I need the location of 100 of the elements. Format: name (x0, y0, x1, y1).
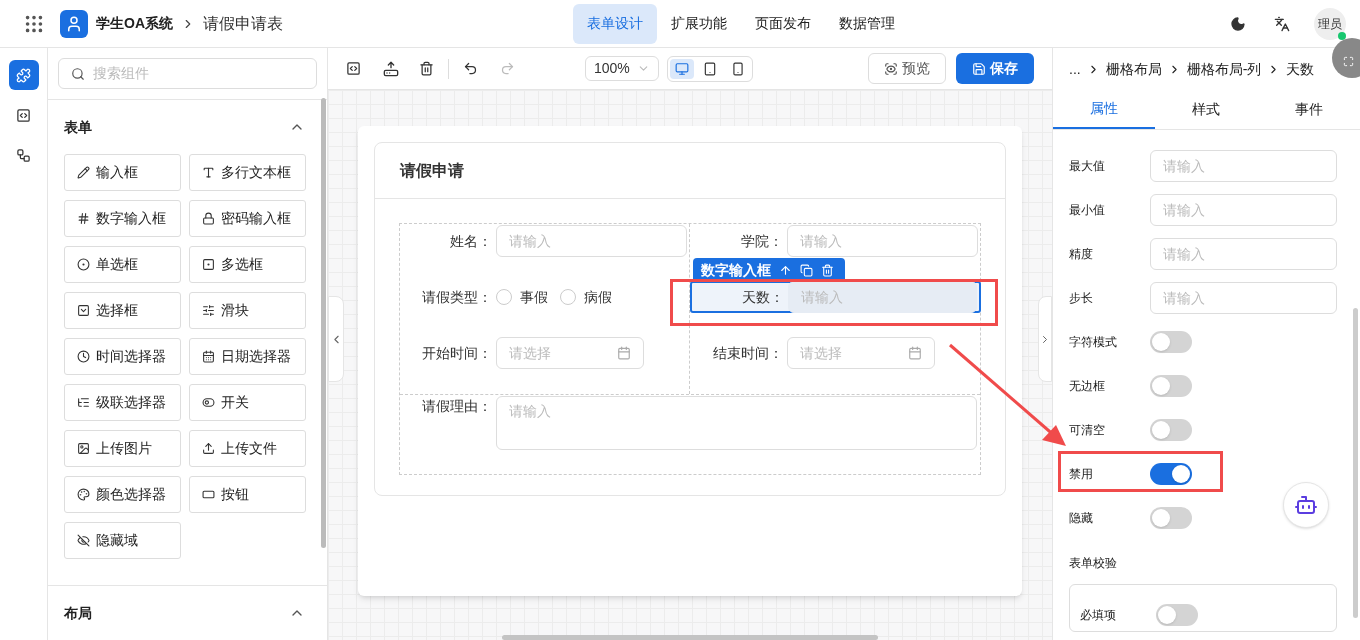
zoom-select[interactable]: 100% (585, 56, 659, 81)
component-item[interactable]: 密码输入框 (189, 200, 306, 237)
toggle-switch[interactable] (1150, 331, 1192, 353)
lock-icon (202, 212, 215, 225)
component-item[interactable]: 选择框 (64, 292, 181, 329)
expand-handle[interactable] (1038, 296, 1052, 382)
desktop-icon (675, 61, 689, 76)
component-item[interactable]: 开关 (189, 384, 306, 421)
puzzle-icon (16, 67, 31, 83)
puzzle-tab[interactable] (8, 60, 39, 90)
form-item[interactable]: 请假理由： 请输入 (400, 396, 979, 452)
field-label: 开始时间： (421, 343, 493, 363)
tree-icon (16, 147, 31, 163)
component-item[interactable]: 时间选择器 (64, 338, 181, 375)
toggle-switch[interactable] (1150, 463, 1192, 485)
clock-icon (77, 350, 90, 363)
phone-icon (731, 61, 745, 76)
component-item[interactable]: 上传文件 (189, 430, 306, 467)
collapse-handle[interactable] (328, 296, 344, 382)
form-item[interactable]: 学院： 请输入 (691, 225, 980, 257)
save-button[interactable]: 保存 (956, 53, 1034, 84)
save-icon (972, 61, 986, 76)
nav-tab[interactable]: 扩展功能 (657, 3, 741, 44)
undo-icon[interactable] (463, 61, 478, 76)
search-icon (71, 66, 85, 81)
dropdown-icon (77, 304, 90, 317)
breadcrumb-item[interactable]: ... (1069, 58, 1081, 80)
property-tab[interactable]: 样式 (1155, 90, 1258, 129)
property-label: 无边框 (1069, 378, 1106, 395)
component-item[interactable]: 颜色选择器 (64, 476, 181, 513)
breadcrumb-item[interactable]: 栅格布局-列 (1186, 58, 1262, 80)
image-icon (77, 442, 90, 455)
breadcrumb-item[interactable]: 栅格布局 (1105, 58, 1162, 80)
toggle-switch[interactable] (1150, 507, 1192, 529)
slider-icon (202, 304, 215, 317)
component-item[interactable]: 日期选择器 (189, 338, 306, 375)
field-label: 结束时间： (712, 343, 784, 363)
nav-tab[interactable]: 数据管理 (825, 3, 909, 44)
property-label: 最大值 (1069, 158, 1106, 175)
upload-icon[interactable] (383, 60, 399, 77)
code-icon (16, 107, 31, 123)
component-item[interactable]: 输入框 (64, 154, 181, 191)
fullscreen-button[interactable] (1332, 38, 1360, 78)
component-item[interactable]: 数字输入框 (64, 200, 181, 237)
button-shape-icon (202, 488, 215, 501)
component-item[interactable]: 多选框 (189, 246, 306, 283)
form-item[interactable]: 请假类型： 事假 病假 (400, 281, 689, 313)
component-item[interactable]: 单选框 (64, 246, 181, 283)
translate-icon[interactable] (1274, 15, 1290, 32)
field-label: 请假类型： (421, 287, 493, 307)
field-label: 请假理由： (421, 397, 493, 416)
moon-icon[interactable] (1230, 15, 1246, 32)
form-item[interactable]: 开始时间： 请选择 (400, 337, 689, 369)
radio-icon (77, 258, 90, 271)
property-label: 精度 (1069, 246, 1094, 263)
user-avatar[interactable]: 理员 (1314, 7, 1346, 40)
eye-icon (884, 61, 898, 76)
radio-option[interactable]: 事假 (496, 286, 548, 308)
component-item[interactable]: 隐藏域 (64, 522, 181, 559)
group-title: 表单 (64, 117, 92, 137)
scrollbar[interactable] (1353, 308, 1358, 618)
nav-tab[interactable]: 表单设计 (573, 3, 657, 44)
component-item[interactable]: 多行文本框 (189, 154, 306, 191)
property-label: 必填项 (1080, 607, 1116, 624)
property-label: 步长 (1069, 290, 1094, 307)
property-label: 字符模式 (1069, 334, 1118, 351)
hash-icon (77, 212, 90, 225)
nav-tab[interactable]: 页面发布 (741, 3, 825, 44)
field-label: 学院： (740, 231, 784, 251)
move-up-icon[interactable] (779, 263, 792, 277)
upload-icon (202, 442, 215, 455)
delete-icon[interactable] (419, 61, 434, 76)
radio-option[interactable]: 病假 (560, 286, 612, 308)
component-item[interactable]: 级联选择器 (64, 384, 181, 421)
component-item[interactable]: 按钮 (189, 476, 306, 513)
toggle-switch[interactable] (1150, 375, 1192, 397)
eye-off-icon (77, 534, 90, 547)
calendar-icon (908, 346, 922, 360)
section-title: 表单校验 (1069, 555, 1118, 572)
property-label: 禁用 (1069, 466, 1094, 483)
component-item[interactable]: 上传图片 (64, 430, 181, 467)
property-label: 隐藏 (1069, 510, 1094, 527)
calendar-icon (202, 350, 215, 363)
toggle-switch[interactable] (1156, 604, 1198, 626)
selection-toolbar[interactable]: 数字输入框 (693, 258, 845, 282)
breadcrumb-item[interactable]: 天数 (1286, 58, 1315, 80)
group-title: 布局 (64, 603, 92, 623)
property-tab[interactable]: 事件 (1257, 90, 1360, 129)
toggle-switch[interactable] (1150, 419, 1192, 441)
horizontal-scrollbar[interactable] (502, 635, 878, 640)
form-item[interactable]: 结束时间： 请选择 (691, 337, 980, 369)
property-tab[interactable]: 属性 (1053, 90, 1156, 129)
chatbot-button[interactable] (1283, 482, 1329, 528)
preview-button[interactable]: 预览 (868, 53, 946, 84)
copy-icon[interactable] (800, 263, 813, 277)
scrollbar[interactable] (321, 98, 326, 548)
code-icon[interactable] (346, 61, 361, 76)
pencil-icon (77, 166, 90, 179)
component-item[interactable]: 滑块 (189, 292, 306, 329)
form-item[interactable]: 姓名： 请输入 (400, 225, 689, 257)
